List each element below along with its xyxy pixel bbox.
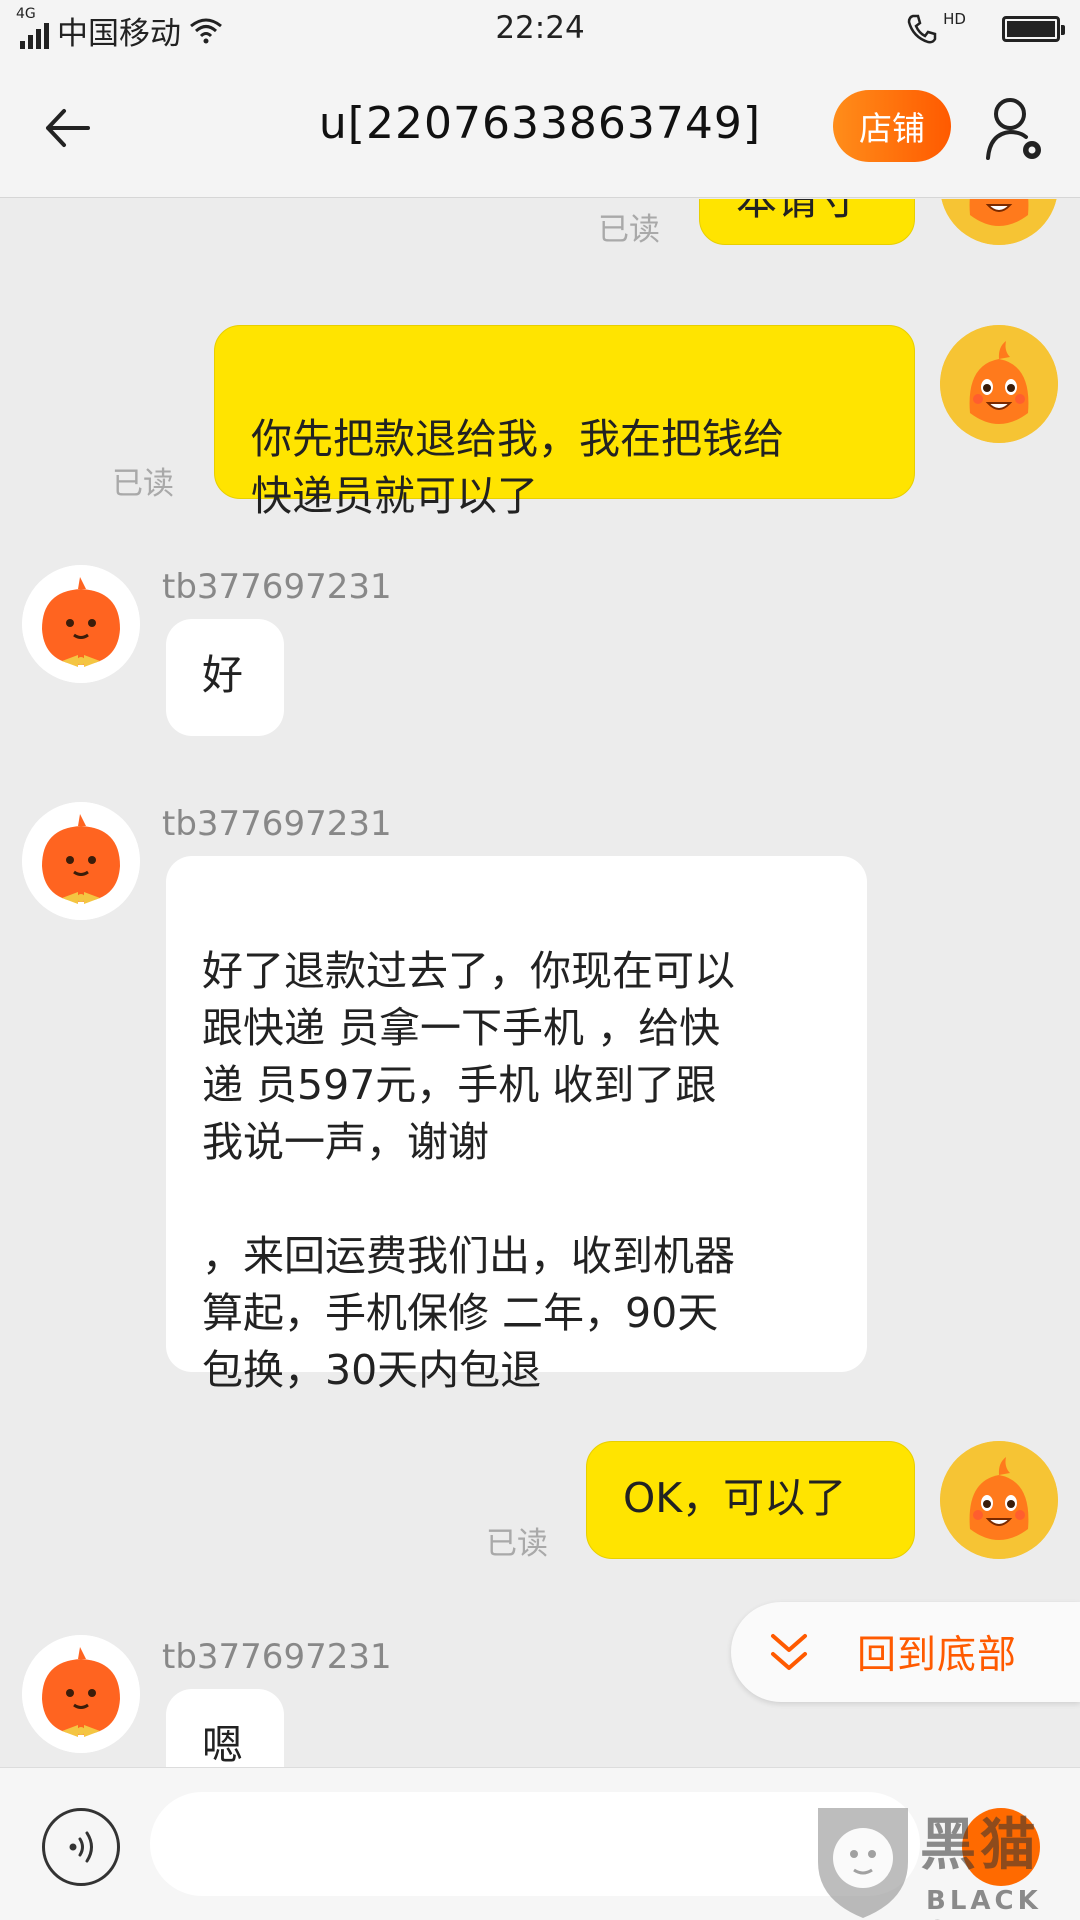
message-bubble[interactable]: OK，可以了 (586, 1441, 915, 1559)
double-chevron-down-icon (771, 1634, 807, 1670)
shop-avatar[interactable] (940, 325, 1058, 443)
chat-header: u[2207633863749] 店铺 (0, 58, 1080, 198)
sender-name: tb377697231 (162, 1637, 392, 1677)
back-to-bottom-button[interactable]: 回到底部 (731, 1602, 1080, 1702)
message-bubble[interactable]: 你先把款退给我，我在把钱给 快递员就可以了 (214, 325, 915, 520)
phone-hd-icon (907, 14, 937, 44)
message-text: 好 (202, 651, 243, 699)
buyer-avatar[interactable] (22, 802, 140, 920)
black-cat-watermark: 黑猫 BLACK CAT (808, 1800, 1080, 1920)
voice-icon (69, 1831, 93, 1863)
sender-name: tb377697231 (162, 804, 392, 844)
voice-input-button[interactable] (42, 1808, 120, 1886)
user-settings-icon[interactable] (984, 94, 1048, 164)
store-button[interactable]: 店铺 (833, 90, 951, 162)
read-status: 已读 (486, 1526, 548, 1562)
status-right: HD (905, 10, 1065, 46)
message-bubble[interactable]: 好了退款过去了，你现在可以 跟快递 员拿一下手机 ，给快 递 员597元，手机 … (166, 856, 867, 1394)
message-text: 好了退款过去了，你现在可以 跟快递 员拿一下手机 ，给快 递 员597元，手机 … (202, 947, 735, 1394)
buyer-avatar[interactable] (22, 1635, 140, 1753)
shield-cat-icon (818, 1808, 908, 1918)
shop-avatar[interactable] (940, 199, 1058, 245)
message-bubble[interactable]: 嗯 (166, 1689, 284, 1767)
read-status: 已读 (598, 212, 660, 248)
message-bubble-partial[interactable]: 本请寸 (699, 199, 915, 245)
buyer-avatar[interactable] (22, 565, 140, 683)
message-text: 你先把款退给我，我在把钱给 快递员就可以了 (251, 415, 784, 520)
watermark-subtext: BLACK CAT (926, 1886, 1042, 1920)
hd-badge: HD (943, 10, 966, 28)
battery-icon (1002, 16, 1065, 42)
read-status: 已读 (112, 466, 174, 502)
sender-name: tb377697231 (162, 567, 392, 607)
status-bar: 4G 中国移动 22:24 HD (0, 0, 1080, 58)
message-bubble[interactable]: 好 (166, 619, 284, 736)
message-text: OK，可以了 (623, 1474, 847, 1522)
message-text: 本请寸 (736, 199, 859, 224)
shop-avatar[interactable] (940, 1441, 1058, 1559)
chat-area[interactable]: 本请寸 已读 你先把款退给我，我在把钱给 快递员就可以了 已读 tb377697… (0, 199, 1080, 1767)
message-input[interactable] (150, 1792, 920, 1896)
back-to-bottom-label: 回到底部 (857, 1633, 1018, 1678)
watermark-text: 黑猫 (920, 1813, 1040, 1878)
message-text: 嗯 (202, 1721, 243, 1767)
